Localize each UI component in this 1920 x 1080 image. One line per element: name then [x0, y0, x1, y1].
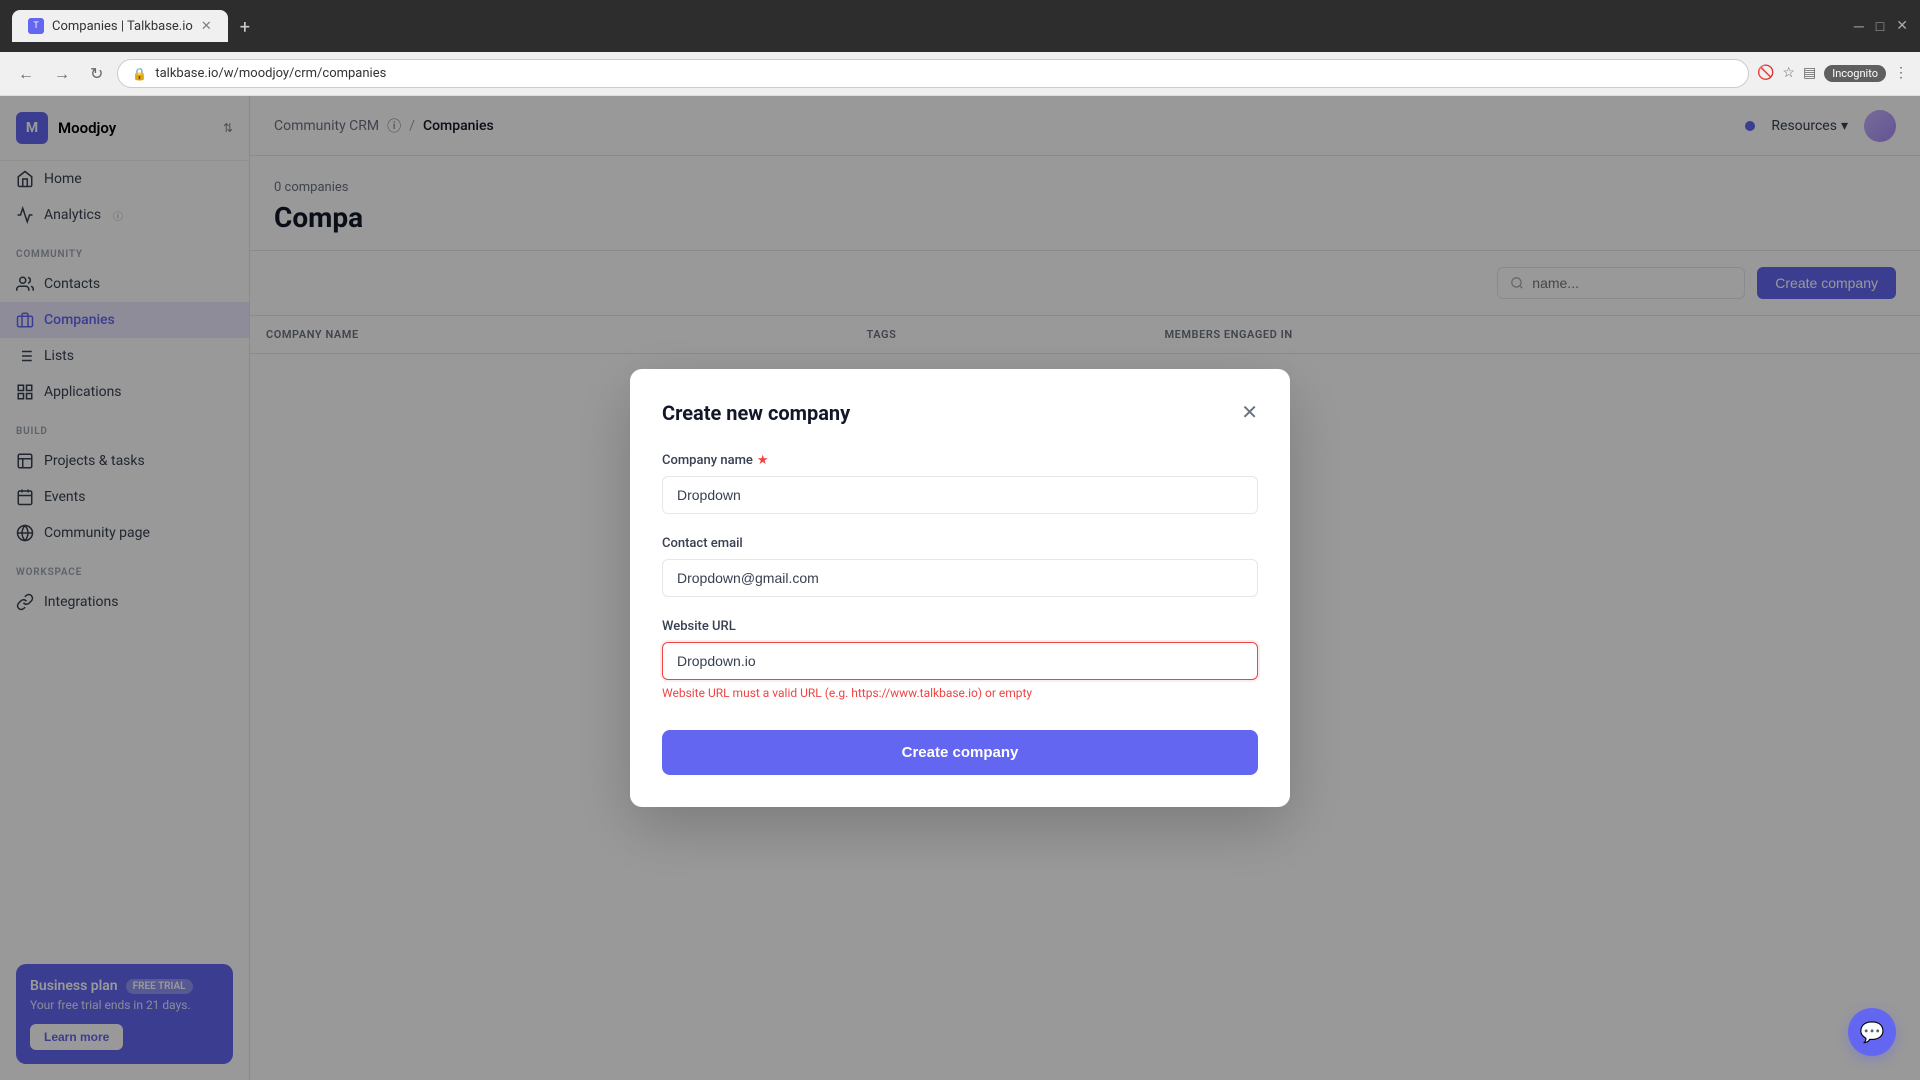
new-tab-button[interactable]: +: [232, 13, 258, 42]
website-url-group: Website URL Website URL must a valid URL…: [662, 619, 1258, 700]
incognito-badge: Incognito: [1824, 65, 1886, 82]
company-name-input[interactable]: [662, 476, 1258, 514]
create-company-modal-button[interactable]: Create company: [662, 730, 1258, 775]
menu-icon[interactable]: ⋮: [1894, 65, 1908, 82]
back-button[interactable]: ←: [12, 60, 40, 88]
maximize-button[interactable]: □: [1876, 18, 1884, 35]
tab-title: Companies | Talkbase.io: [52, 19, 193, 34]
address-bar-icons: 🚫 ☆ ▤ Incognito ⋮: [1757, 65, 1908, 82]
company-name-label: Company name ★: [662, 453, 1258, 468]
website-error-message: Website URL must a valid URL (e.g. https…: [662, 686, 1258, 700]
tab-favicon: T: [28, 18, 44, 34]
browser-chrome: T Companies | Talkbase.io ✕ + ─ □ ✕: [0, 0, 1920, 52]
lock-icon: 🔒: [132, 67, 147, 81]
contact-email-input[interactable]: [662, 559, 1258, 597]
chat-icon: 💬: [1860, 1020, 1885, 1044]
chat-bubble-button[interactable]: 💬: [1848, 1008, 1896, 1056]
website-url-label: Website URL: [662, 619, 1258, 634]
active-tab[interactable]: T Companies | Talkbase.io ✕: [12, 10, 228, 42]
minimize-button[interactable]: ─: [1854, 18, 1864, 35]
window-controls: ─ □ ✕: [1854, 18, 1908, 35]
url-bar[interactable]: 🔒 talkbase.io/w/moodjoy/crm/companies: [117, 59, 1749, 88]
eyeoff-icon[interactable]: 🚫: [1757, 65, 1774, 82]
sidebar-icon[interactable]: ▤: [1803, 65, 1816, 82]
reload-button[interactable]: ↻: [84, 60, 109, 87]
forward-button[interactable]: →: [48, 60, 76, 88]
company-name-group: Company name ★: [662, 453, 1258, 514]
modal-overlay[interactable]: Create new company ✕ Company name ★ Cont…: [0, 96, 1920, 1080]
close-button[interactable]: ✕: [1896, 18, 1908, 35]
modal-close-button[interactable]: ✕: [1241, 403, 1258, 423]
contact-email-label: Contact email: [662, 536, 1258, 551]
tab-close-button[interactable]: ✕: [201, 19, 212, 34]
modal-header: Create new company ✕: [662, 401, 1258, 425]
browser-tabs: T Companies | Talkbase.io ✕ +: [12, 10, 1846, 42]
star-icon[interactable]: ☆: [1782, 65, 1795, 82]
modal-title: Create new company: [662, 401, 850, 425]
contact-email-group: Contact email: [662, 536, 1258, 597]
create-company-modal: Create new company ✕ Company name ★ Cont…: [630, 369, 1290, 807]
address-bar: ← → ↻ 🔒 talkbase.io/w/moodjoy/crm/compan…: [0, 52, 1920, 96]
url-text: talkbase.io/w/moodjoy/crm/companies: [155, 66, 1734, 81]
website-url-input[interactable]: [662, 642, 1258, 680]
required-star: ★: [757, 453, 769, 468]
